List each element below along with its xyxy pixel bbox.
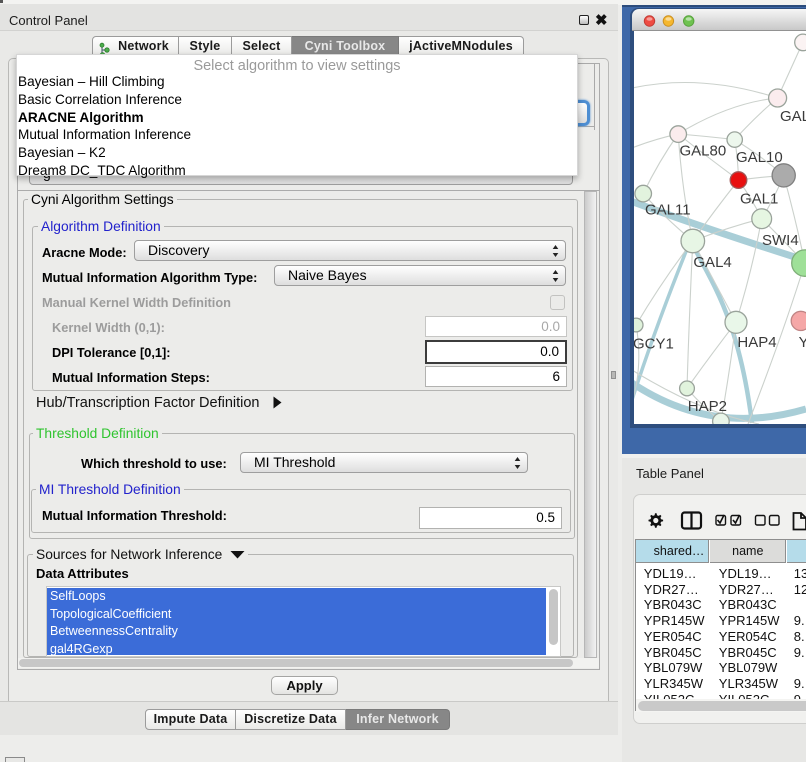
svg-text:HAP2: HAP2 xyxy=(688,398,727,415)
svg-text:GAL4: GAL4 xyxy=(693,254,731,271)
svg-text:GAL7: GAL7 xyxy=(780,108,806,125)
svg-text:GAL80: GAL80 xyxy=(680,142,727,159)
svg-text:SWI4: SWI4 xyxy=(762,232,799,249)
svg-text:GAL11: GAL11 xyxy=(645,202,691,219)
svg-text:Y: Y xyxy=(799,334,806,351)
svg-text:GCY1: GCY1 xyxy=(634,335,674,352)
svg-text:HAP4: HAP4 xyxy=(737,334,776,351)
svg-text:GAL10: GAL10 xyxy=(736,149,783,166)
svg-text:GAL1: GAL1 xyxy=(740,191,778,208)
